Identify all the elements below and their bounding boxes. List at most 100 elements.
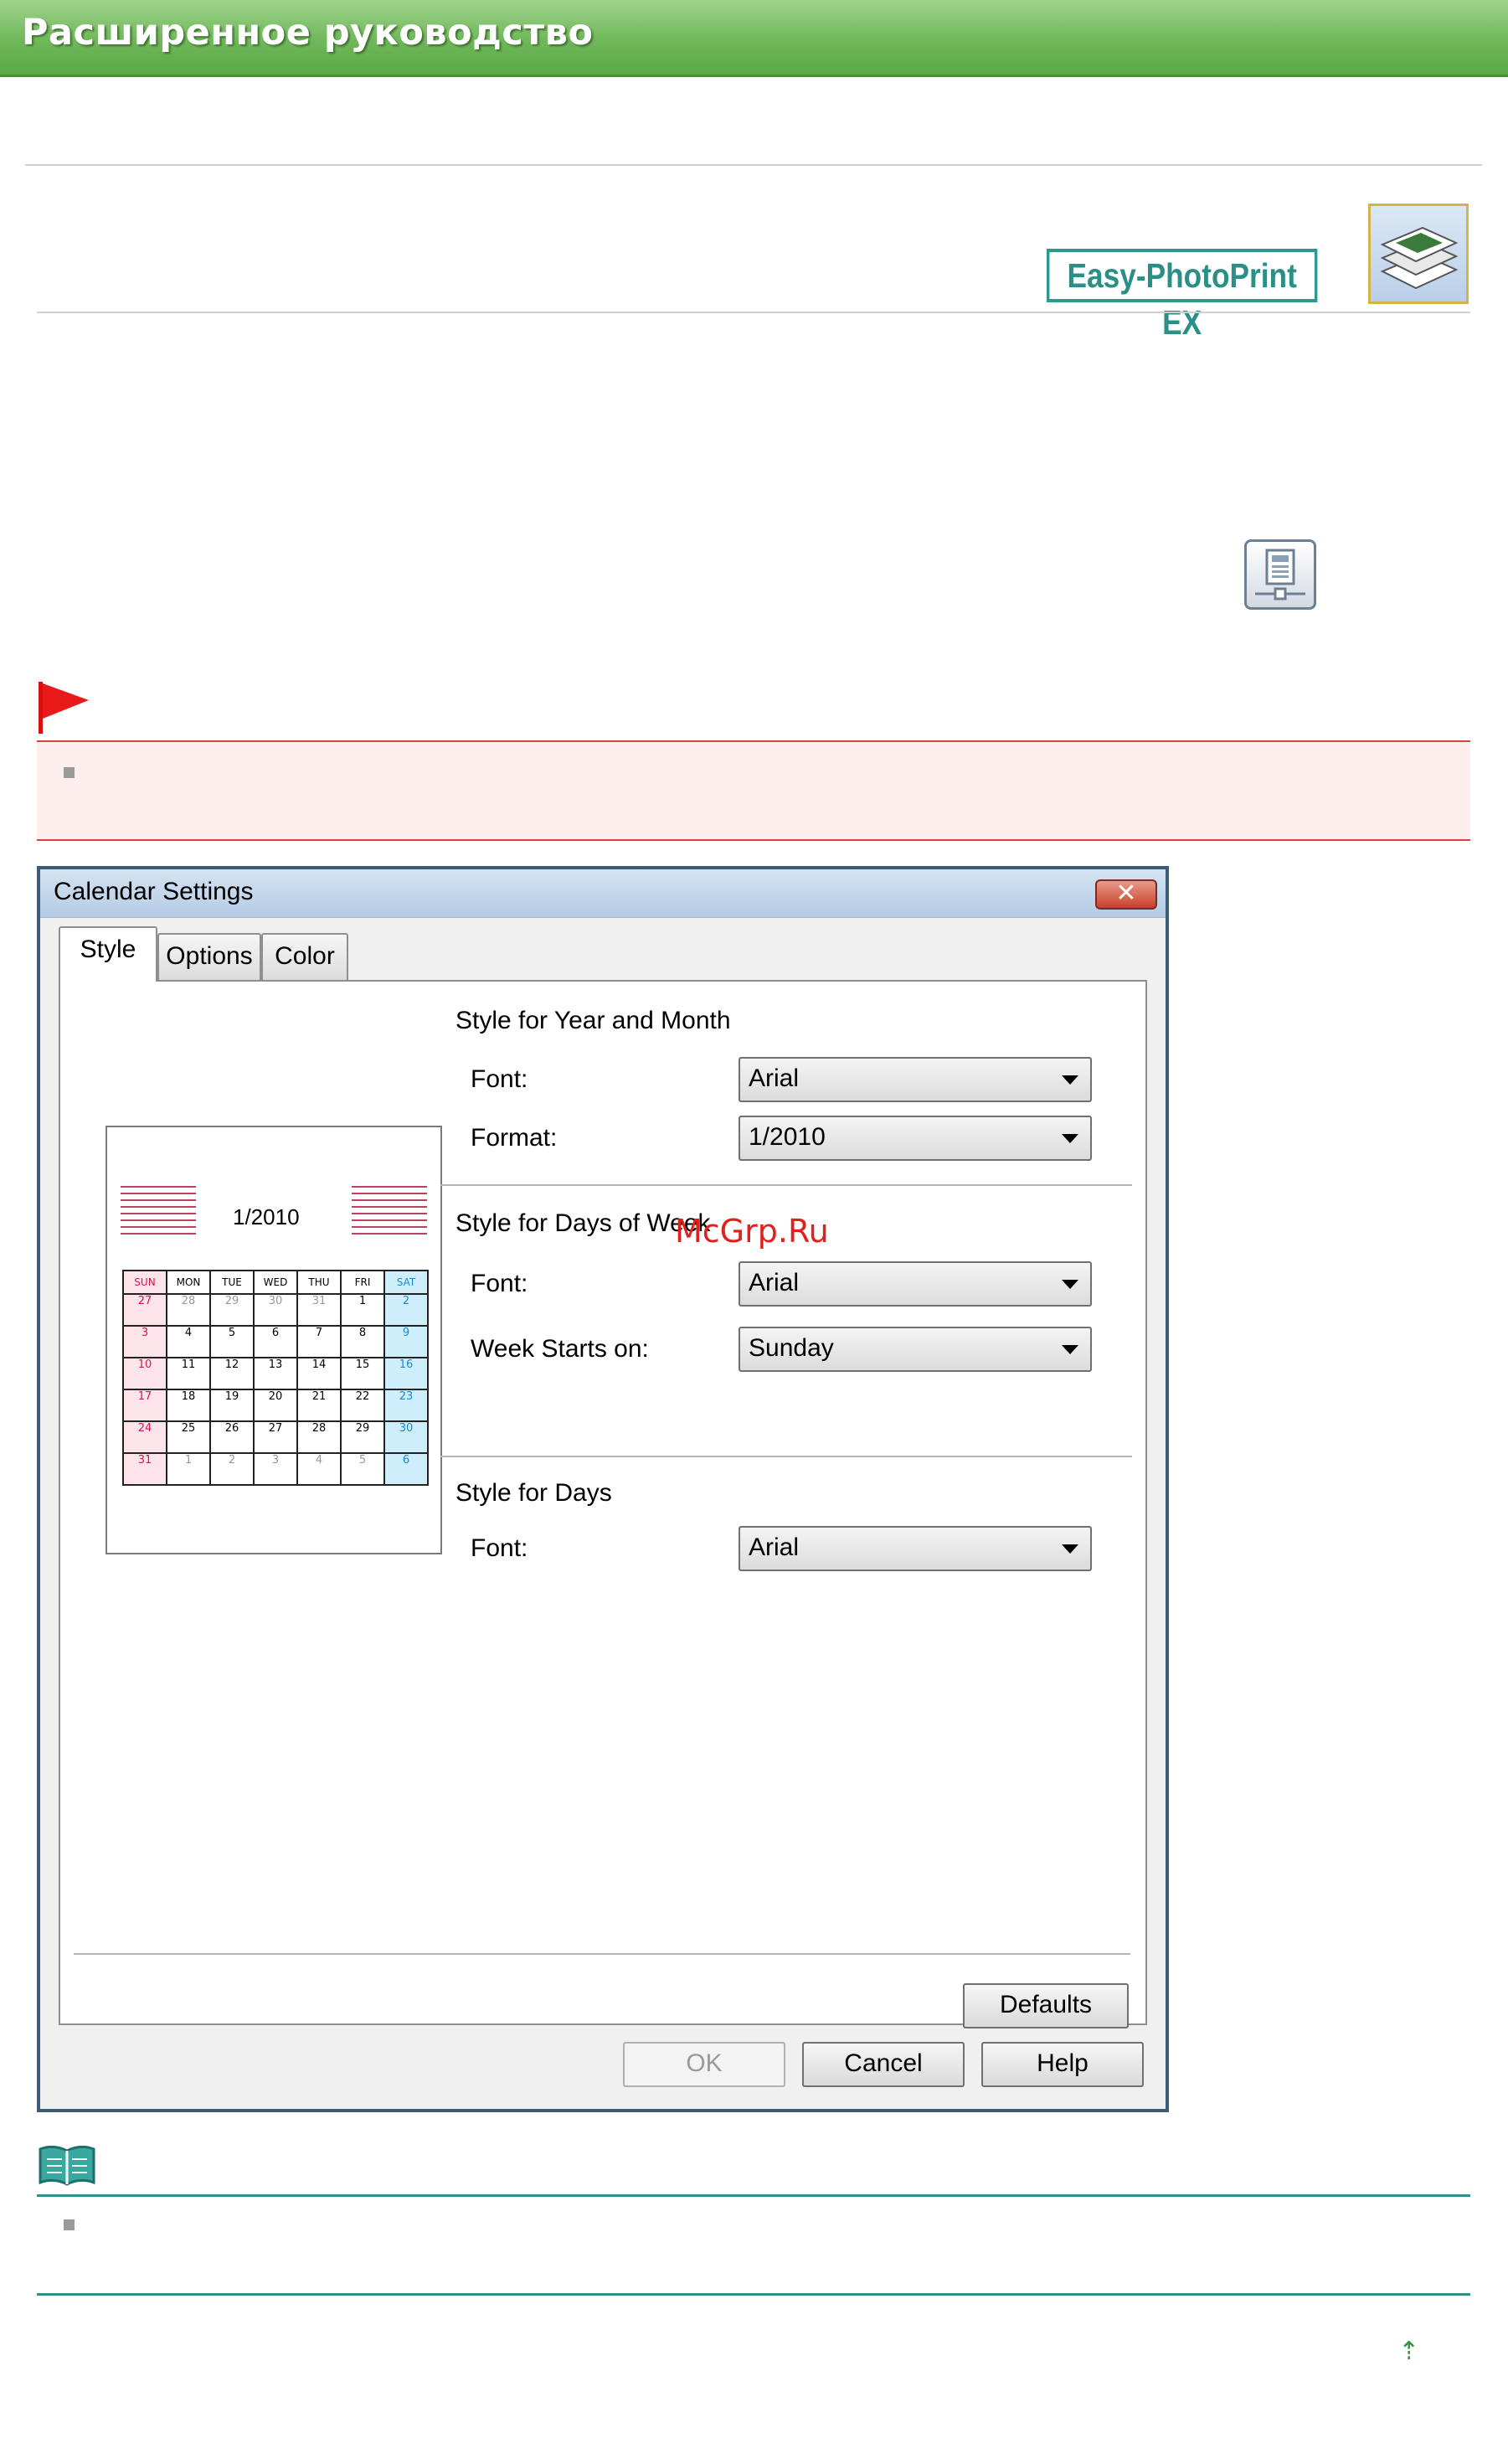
chevron-down-icon	[1062, 1075, 1078, 1085]
calendar-day: 26	[209, 1420, 255, 1454]
days-section-title: Style for Days	[455, 1479, 612, 1507]
calendar-day: 4	[296, 1452, 342, 1486]
title-divider	[37, 312, 1470, 313]
important-flag-icon	[37, 680, 90, 739]
preview-month-label: 1/2010	[233, 1204, 300, 1229]
calendar-preview: 1/2010 SUN MON TUE WED THU FRI SAT 27 28…	[106, 1126, 442, 1554]
calendar-day: 11	[166, 1357, 211, 1390]
year-month-format-label: Format:	[471, 1124, 558, 1152]
watermark: McGrp.Ru	[675, 1213, 829, 1250]
weekday-header: SAT	[383, 1270, 429, 1295]
dialog-title: Calendar Settings	[54, 878, 254, 905]
calendar-settings-icon	[1244, 539, 1316, 610]
calendar-day: 13	[253, 1357, 298, 1390]
calendar-day: 5	[209, 1325, 255, 1358]
calendar-day: 16	[383, 1357, 429, 1390]
ok-button[interactable]: OK	[623, 2042, 785, 2087]
calendar-day: 22	[340, 1389, 385, 1422]
note-divider	[37, 2194, 1470, 2197]
week-starts-on-label: Week Starts on:	[471, 1335, 649, 1363]
calendar-day: 12	[209, 1357, 255, 1390]
calendar-day: 28	[166, 1293, 211, 1327]
calendar-day: 5	[340, 1452, 385, 1486]
weekday-header: SUN	[122, 1270, 167, 1295]
section-divider	[440, 1456, 1132, 1457]
calendar-day: 14	[296, 1357, 342, 1390]
help-button[interactable]: Help	[981, 2042, 1144, 2087]
tab-color[interactable]: Color	[261, 933, 348, 980]
calendar-day: 27	[122, 1293, 167, 1327]
panel-divider	[74, 1953, 1130, 1955]
days-of-week-section-title: Style for Days of Week	[455, 1209, 711, 1237]
cancel-button[interactable]: Cancel	[802, 2042, 965, 2087]
calendar-day: 15	[340, 1357, 385, 1390]
calendar-day: 31	[122, 1452, 167, 1486]
days-font-value: Arial	[749, 1534, 800, 1561]
calendar-day: 21	[296, 1389, 342, 1422]
tab-style[interactable]: Style	[59, 926, 157, 982]
chevron-down-icon	[1062, 1280, 1078, 1289]
year-month-format-value: 1/2010	[749, 1123, 826, 1151]
calendar-day: 9	[383, 1325, 429, 1358]
calendar-settings-dialog: Calendar Settings ✕ Style Options Color …	[37, 866, 1169, 2112]
calendar-day: 2	[209, 1452, 255, 1486]
calendar-day: 6	[383, 1452, 429, 1486]
calendar-day: 4	[166, 1325, 211, 1358]
calendar-day: 1	[166, 1452, 211, 1486]
days-font-select[interactable]: Arial	[739, 1526, 1092, 1571]
calendar-day: 20	[253, 1389, 298, 1422]
weekday-header: FRI	[340, 1270, 385, 1295]
calendar-day: 30	[253, 1293, 298, 1327]
note-book-icon	[37, 2144, 97, 2186]
weekday-header: WED	[253, 1270, 298, 1295]
year-month-font-label: Font:	[471, 1065, 528, 1093]
calendar-day: 25	[166, 1420, 211, 1454]
page-top-arrow-icon[interactable]: ⇡	[1398, 2337, 1419, 2366]
week-starts-on-select[interactable]: Sunday	[739, 1327, 1092, 1372]
calendar-day: 8	[340, 1325, 385, 1358]
calendar-day: 27	[253, 1420, 298, 1454]
year-month-font-value: Arial	[749, 1064, 800, 1092]
product-logo: Easy-PhotoPrint EX	[1047, 249, 1318, 342]
dialog-titlebar: Calendar Settings ✕	[40, 869, 1166, 918]
chevron-down-icon	[1062, 1345, 1078, 1354]
calendar-day: 2	[383, 1293, 429, 1327]
preview-calendar-grid: SUN MON TUE WED THU FRI SAT 27 28 29 30 …	[122, 1270, 429, 1486]
days-of-week-font-value: Arial	[749, 1269, 800, 1296]
defaults-button[interactable]: Defaults	[963, 1983, 1129, 2028]
calendar-day: 31	[296, 1293, 342, 1327]
calendar-day: 19	[209, 1389, 255, 1422]
style-tab-panel: 1/2010 SUN MON TUE WED THU FRI SAT 27 28…	[59, 980, 1147, 2028]
header-divider	[25, 164, 1482, 166]
calendar-day: 1	[340, 1293, 385, 1327]
section-divider	[440, 1184, 1132, 1186]
calendar-day: 6	[253, 1325, 298, 1358]
week-starts-on-value: Sunday	[749, 1334, 834, 1362]
calendar-day: 23	[383, 1389, 429, 1422]
days-font-label: Font:	[471, 1534, 528, 1562]
calendar-day: 18	[166, 1389, 211, 1422]
close-button[interactable]: ✕	[1095, 879, 1157, 910]
calendar-day: 28	[296, 1420, 342, 1454]
calendar-day: 29	[209, 1293, 255, 1327]
next-month-thumbnail	[352, 1186, 427, 1236]
year-month-format-select[interactable]: 1/2010	[739, 1116, 1092, 1161]
days-of-week-font-select[interactable]: Arial	[739, 1261, 1092, 1307]
calendar-day: 7	[296, 1325, 342, 1358]
weekday-header: MON	[166, 1270, 211, 1295]
product-logo-icon	[1368, 204, 1469, 304]
tab-options[interactable]: Options	[157, 933, 261, 980]
days-of-week-font-label: Font:	[471, 1270, 528, 1297]
calendar-day: 10	[122, 1357, 167, 1390]
calendar-day: 24	[122, 1420, 167, 1454]
weekday-header: THU	[296, 1270, 342, 1295]
year-month-font-select[interactable]: Arial	[739, 1057, 1092, 1102]
calendar-day: 3	[253, 1452, 298, 1486]
important-box	[37, 740, 1470, 841]
important-bullet-icon	[64, 767, 75, 778]
calendar-day: 3	[122, 1325, 167, 1358]
calendar-day: 30	[383, 1420, 429, 1454]
page-header-title: Расширенное руководство	[22, 12, 594, 54]
chevron-down-icon	[1062, 1134, 1078, 1143]
previous-month-thumbnail	[121, 1186, 196, 1236]
